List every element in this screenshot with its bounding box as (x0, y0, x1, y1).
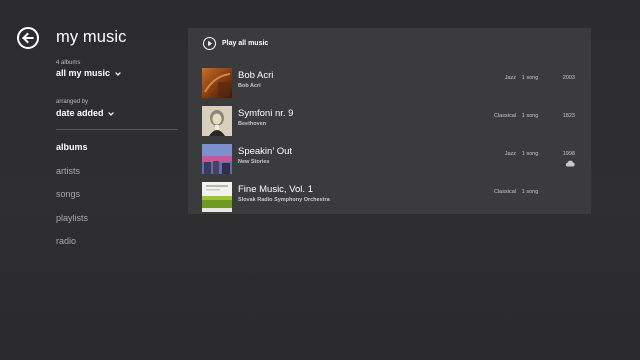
source-dropdown-label: all my music (56, 68, 111, 78)
album-year: 1998 (562, 151, 575, 157)
album-count-caption: 4 albums (56, 60, 81, 66)
album-title: Bob Acri (238, 70, 274, 81)
play-all-button[interactable]: Play all music (203, 36, 268, 50)
album-song-count: 1 song (521, 75, 539, 81)
album-genre: Jazz (504, 151, 516, 157)
nav-item-playlists[interactable]: playlists (56, 212, 88, 236)
album-artist: Beethoven (238, 121, 267, 127)
album-song-count: 1 song (521, 113, 539, 119)
album-title: Symfoni nr. 9 (238, 108, 294, 119)
album-row[interactable]: Fine Music, Vol. 1 Slovak Radio Symphony… (202, 182, 582, 214)
album-year: 2003 (562, 75, 575, 81)
album-artist: New Stories (238, 159, 270, 165)
back-arrow-icon (22, 32, 34, 44)
album-artist: Slovak Radio Symphony Orchestra (238, 197, 330, 203)
album-artist: Bob Acri (238, 83, 261, 89)
album-title: Fine Music, Vol. 1 (238, 184, 313, 195)
album-art (202, 68, 232, 98)
chevron-down-icon (114, 71, 121, 76)
nav-item-songs[interactable]: songs (56, 188, 88, 212)
chevron-down-icon (108, 111, 114, 116)
album-row[interactable]: Symfoni nr. 9 Beethoven Classical 1 song… (202, 106, 582, 138)
play-all-label: Play all music (222, 39, 269, 47)
albums-panel: Play all music Bob Acri Bob Acri Jazz 1 … (188, 28, 591, 214)
album-song-count: 1 song (521, 151, 539, 157)
nav-item-radio[interactable]: radio (56, 235, 88, 259)
album-row[interactable]: Speakin’ Out New Stories Jazz 1 song 199… (202, 144, 582, 176)
page-title: my music (56, 28, 127, 46)
divider (56, 129, 178, 130)
album-song-count: 1 song (521, 189, 539, 195)
nav-list: albums artists songs playlists radio (56, 141, 88, 259)
nav-item-albums[interactable]: albums (56, 141, 88, 165)
album-genre: Classical (493, 189, 516, 195)
album-genre: Classical (493, 113, 516, 119)
album-row[interactable]: Bob Acri Bob Acri Jazz 1 song 2003 (202, 68, 582, 100)
album-art (202, 144, 232, 174)
cloud-icon (565, 160, 575, 167)
album-art (202, 182, 232, 212)
back-button[interactable] (17, 27, 39, 49)
source-dropdown[interactable]: all my music (56, 67, 121, 79)
album-art (202, 106, 232, 136)
nav-item-artists[interactable]: artists (56, 165, 88, 189)
sort-dropdown-label: date added (56, 108, 104, 118)
sort-dropdown[interactable]: date added (56, 107, 114, 119)
album-genre: Jazz (504, 75, 516, 81)
arranged-by-caption: arranged by (56, 99, 89, 105)
album-title: Speakin’ Out (238, 146, 293, 157)
album-year: 1823 (562, 113, 575, 119)
play-icon (203, 36, 216, 50)
